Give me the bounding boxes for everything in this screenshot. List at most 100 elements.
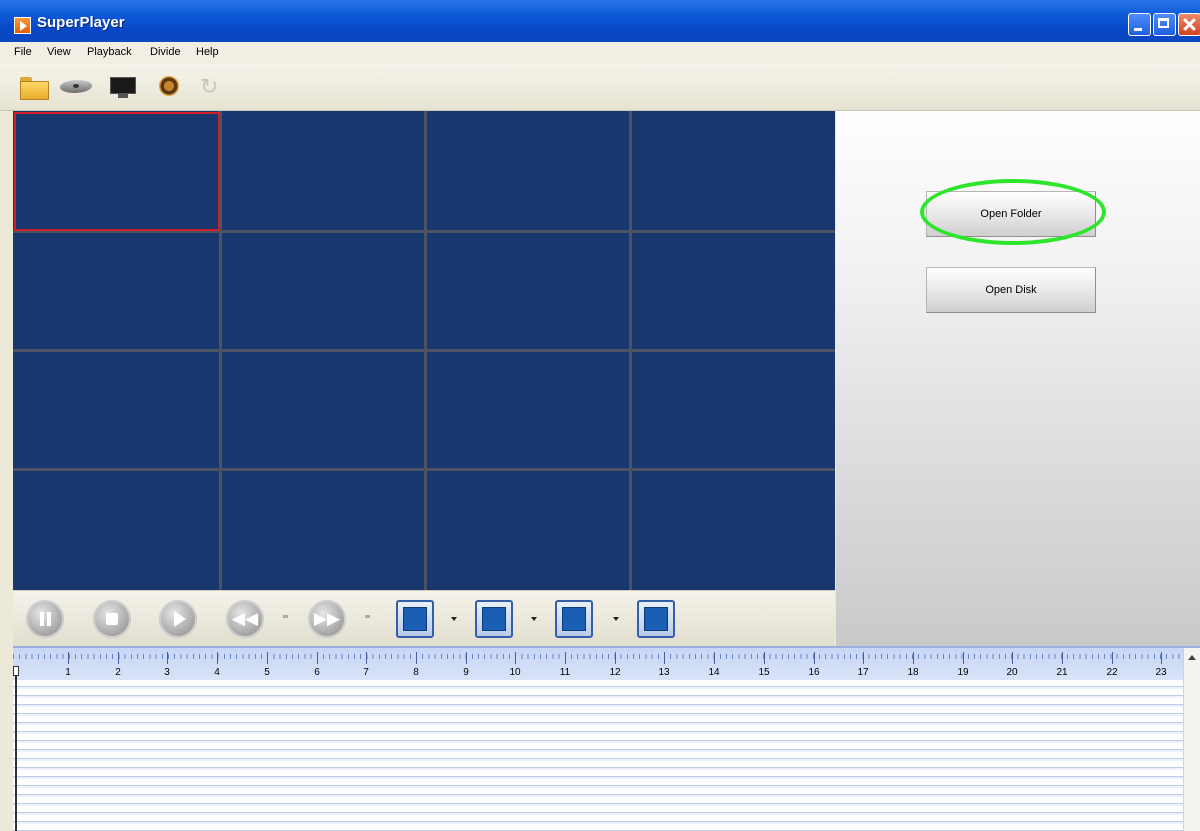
menu-playback[interactable]: Playback [87,46,132,58]
video-grid[interactable] [13,111,835,590]
grid-divider [13,349,835,352]
hour-label: 12 [609,667,621,678]
monitor-icon[interactable] [108,74,138,100]
split-4-button[interactable] [475,600,513,638]
hour-label: 23 [1155,667,1167,678]
hour-tick [1062,652,1063,664]
disk-icon[interactable] [58,74,94,100]
video-cell[interactable] [13,349,219,468]
hour-tick [466,652,467,664]
hour-tick [317,652,318,664]
separator [365,615,370,618]
hour-tick [366,652,367,664]
right-panel: Open Folder Open Disk [836,111,1200,646]
split-9-dropdown[interactable] [613,617,619,621]
hour-tick [68,652,69,664]
video-cell[interactable] [219,111,425,230]
timeline-cursor[interactable] [13,666,19,676]
time-ruler[interactable]: 1 2 3 4 5 6 7 8 9 10 11 12 13 14 15 16 17 18 19 20 21 22 23 [13,648,1183,680]
hour-tick [814,652,815,664]
timeline-tracks[interactable] [13,680,1183,831]
hour-label: 13 [658,667,670,678]
hour-label: 4 [214,667,220,678]
menu-divide[interactable]: Divide [150,46,181,58]
pause-button[interactable] [26,600,64,638]
video-cell[interactable] [219,349,425,468]
hour-label: 16 [808,667,820,678]
menu-view[interactable]: View [47,46,71,58]
title-bar[interactable]: SuperPlayer [0,0,1200,42]
minimize-button[interactable] [1128,13,1151,36]
hour-tick [1012,652,1013,664]
hour-label: 11 [559,667,571,678]
hour-label: 21 [1056,667,1068,678]
open-folder-button[interactable]: Open Folder [926,191,1096,237]
video-cell[interactable] [631,111,835,230]
hour-label: 14 [708,667,720,678]
timeline-cursor-line [15,676,17,831]
playback-controls: ◀◀ ▶▶ [13,590,835,646]
split-9-button[interactable] [555,600,593,638]
superplayer-window: SuperPlayer File View Playback Divide He… [0,0,1200,831]
hour-tick [416,652,417,664]
quad-view-icon [482,607,506,631]
hour-label: 19 [957,667,969,678]
separator [283,615,288,618]
video-cell[interactable] [631,230,835,349]
hour-tick [963,652,964,664]
grid-divider [13,468,835,471]
split-1-button[interactable] [396,600,434,638]
rewind-icon: ◀◀ [231,609,259,628]
video-cell[interactable] [13,468,219,590]
maximize-button[interactable] [1153,13,1176,36]
hour-label: 7 [363,667,369,678]
menu-help[interactable]: Help [196,46,219,58]
play-button[interactable] [159,600,197,638]
rewind-button[interactable]: ◀◀ [226,600,264,638]
hour-tick [267,652,268,664]
fast-forward-icon: ▶▶ [313,609,341,628]
nine-view-icon [562,607,586,631]
fast-forward-button[interactable]: ▶▶ [308,600,346,638]
refresh-icon: ↻ [200,74,219,99]
video-cell[interactable] [13,230,219,349]
hour-label: 3 [164,667,170,678]
video-cell[interactable] [219,468,425,590]
hour-tick [167,652,168,664]
stop-icon [93,600,131,638]
hour-label: 20 [1006,667,1018,678]
video-cell[interactable] [219,230,425,349]
timeline[interactable]: 1 2 3 4 5 6 7 8 9 10 11 12 13 14 15 16 17 18 19 20 21 22 23 [13,646,1200,831]
video-cell[interactable] [425,111,631,230]
hour-label: 10 [509,667,521,678]
hour-label: 15 [758,667,770,678]
menu-bar: File View Playback Divide Help [0,42,1200,64]
hour-label: 9 [463,667,469,678]
pause-icon [26,600,64,638]
hour-tick [1161,652,1162,664]
settings-icon[interactable] [156,74,184,100]
hour-label: 1 [65,667,71,678]
split-4-dropdown[interactable] [531,617,537,621]
open-disk-button[interactable]: Open Disk [926,267,1096,313]
close-button[interactable] [1178,13,1200,36]
folder-icon[interactable] [20,74,50,100]
hour-tick [615,652,616,664]
video-cell[interactable] [425,349,631,468]
video-cell[interactable] [631,349,835,468]
toolbar: ↻ [0,64,1200,111]
video-cell[interactable] [425,468,631,590]
video-cell[interactable] [631,468,835,590]
stop-button[interactable] [93,600,131,638]
hour-label: 8 [413,667,419,678]
selected-video-cell[interactable] [14,112,220,231]
menu-file[interactable]: File [14,46,32,58]
split-1-dropdown[interactable] [451,617,457,621]
video-cell[interactable] [425,230,631,349]
split-16-button[interactable] [637,600,675,638]
window-title: SuperPlayer [37,14,125,31]
sixteen-view-icon [644,607,668,631]
scroll-up-icon[interactable] [1184,650,1200,666]
timeline-scrollbar[interactable] [1183,648,1200,831]
hour-tick [863,652,864,664]
